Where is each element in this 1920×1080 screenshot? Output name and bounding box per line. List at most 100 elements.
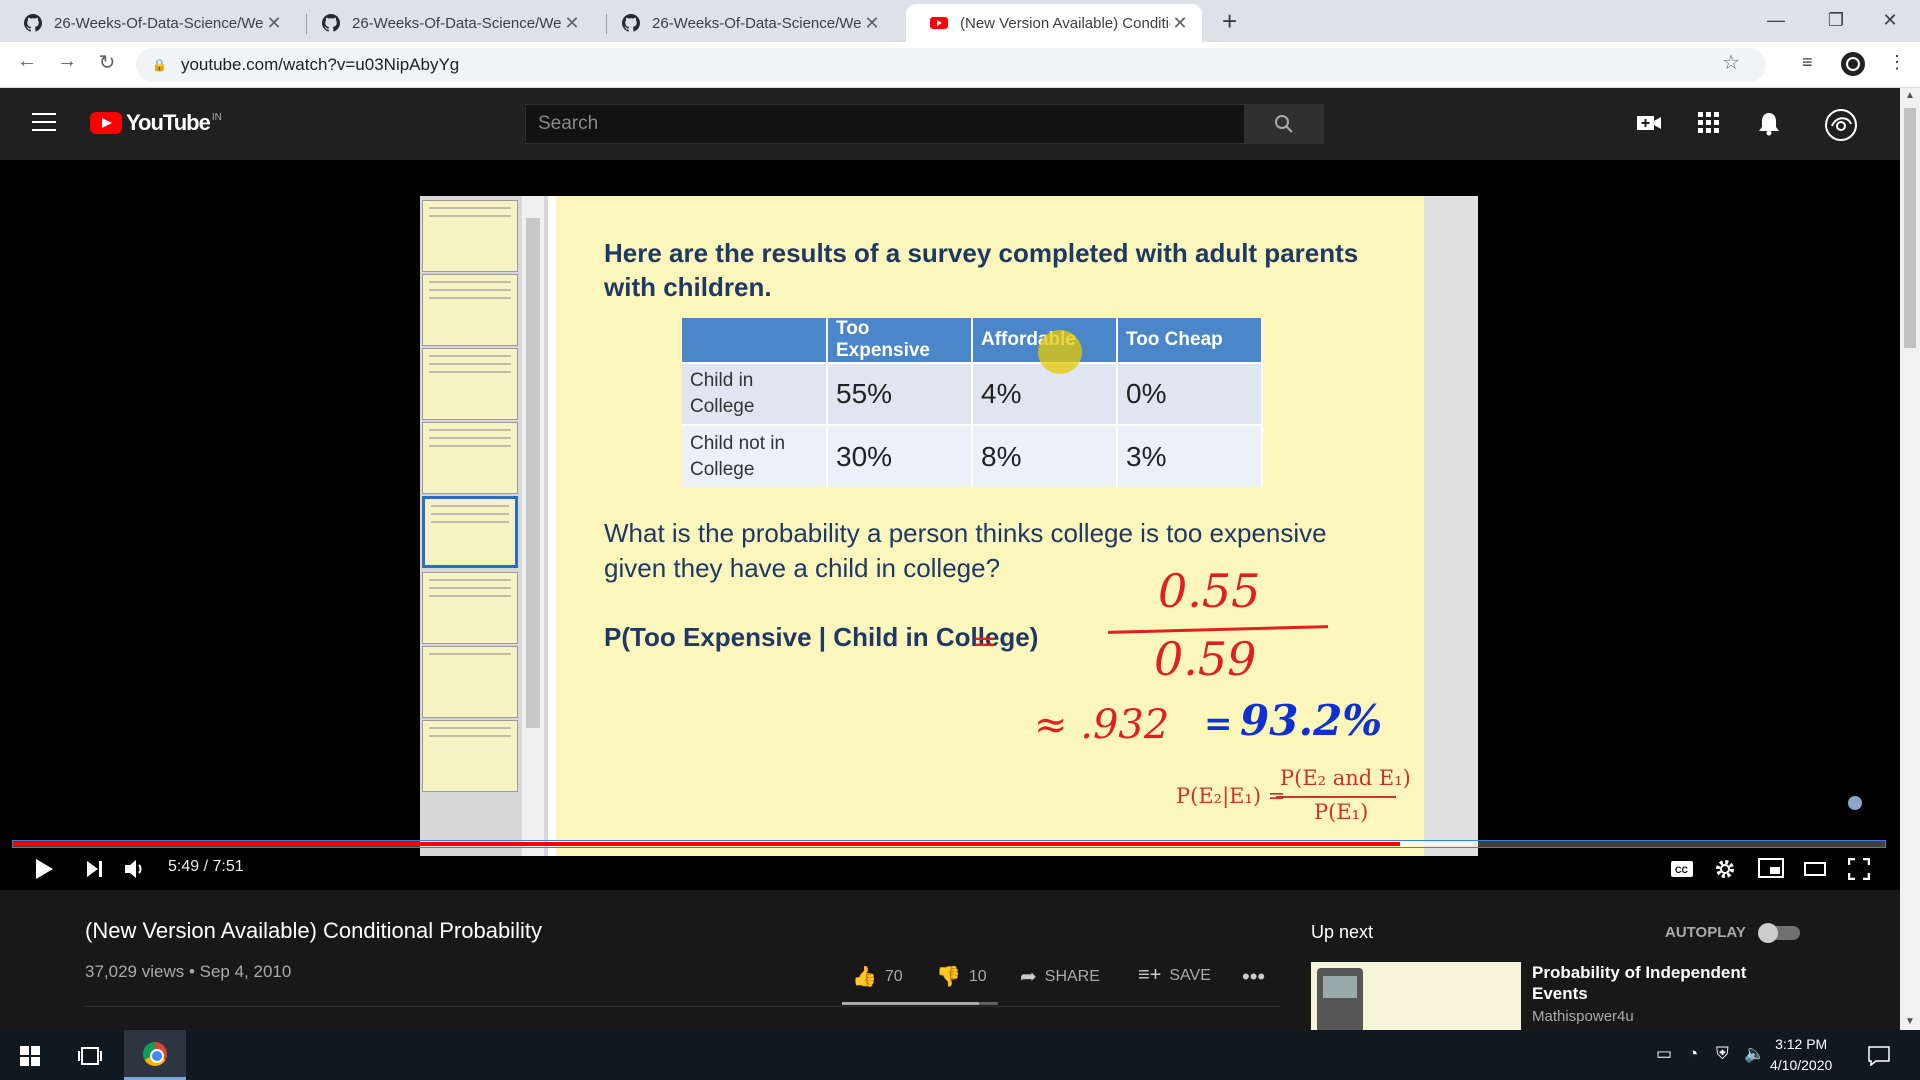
next-video-title[interactable]: Probability of Independent Events xyxy=(1532,962,1772,1004)
close-tab-icon[interactable]: ✕ xyxy=(862,13,882,34)
url-text: youtube.com/watch?v=u03NipAbyYg xyxy=(180,55,460,74)
table-header: Too Cheap xyxy=(1117,318,1263,363)
windows-taskbar: ▭ ◔ ⛨ 🔈 3:12 PM 4/10/2020 xyxy=(0,1030,1920,1080)
tab-title: 26-Weeks-Of-Data-Science/Weel xyxy=(652,14,862,32)
address-bar[interactable]: 🔒 youtube.com/watch?v=u03NipAbyYg ☆ xyxy=(136,48,1766,82)
share-button[interactable]: ➦ SHARE xyxy=(1020,964,1100,989)
restore-icon[interactable]: ❐ xyxy=(1806,2,1866,38)
time-display: 5:49 / 7:51 xyxy=(168,858,244,875)
lock-icon[interactable]: 🔒 xyxy=(152,58,167,72)
youtube-logo[interactable]: YouTube IN xyxy=(90,110,222,136)
page-scrollbar[interactable]: ▲ ▼ xyxy=(1900,88,1920,1030)
table-header-empty xyxy=(682,318,828,363)
thumbs-down-icon: 👎 xyxy=(936,966,961,988)
more-actions-icon[interactable]: ••• xyxy=(1242,964,1265,990)
new-tab-button[interactable]: + xyxy=(1222,6,1237,37)
slide-thumbnail xyxy=(422,572,518,644)
profile-avatar[interactable] xyxy=(1840,51,1866,77)
next-video-icon[interactable] xyxy=(86,860,104,878)
add-to-playlist-icon: ≡+ xyxy=(1138,964,1162,986)
close-window-icon[interactable]: ✕ xyxy=(1860,2,1920,38)
slide-thumbnail-selected xyxy=(422,496,518,568)
row-label: Child not in College xyxy=(682,424,828,487)
video-title: (New Version Available) Conditional Prob… xyxy=(85,918,542,943)
miniplayer-icon[interactable] xyxy=(1758,858,1784,878)
close-tab-icon[interactable]: ✕ xyxy=(562,13,582,34)
youtube-play-icon xyxy=(90,112,122,134)
like-button[interactable]: 👍 70 xyxy=(852,964,903,989)
row-label: Child in College xyxy=(682,362,828,425)
media-queue-icon[interactable]: ≡ xyxy=(1802,52,1813,73)
table-cell: 4% xyxy=(972,362,1118,425)
table-cell: 0% xyxy=(1117,362,1263,425)
close-tab-icon[interactable]: ✕ xyxy=(1170,13,1190,34)
formula-fraction-bar xyxy=(1276,796,1396,798)
share-icon: ➦ xyxy=(1020,966,1037,988)
forward-icon[interactable]: → xyxy=(52,50,82,73)
speaker-icon[interactable]: 🔈 xyxy=(1744,1044,1765,1064)
notifications-bell-icon[interactable] xyxy=(1758,112,1780,136)
bookmark-star-icon[interactable]: ☆ xyxy=(1722,50,1740,75)
github-icon xyxy=(622,14,640,32)
table-cell: 30% xyxy=(827,424,973,487)
theater-mode-icon[interactable] xyxy=(1804,862,1826,876)
like-ratio-bar xyxy=(842,1002,998,1005)
next-video-channel[interactable]: Mathispower4u xyxy=(1532,1008,1634,1025)
save-label: SAVE xyxy=(1169,966,1211,984)
search-button[interactable] xyxy=(1244,104,1324,144)
dislike-button[interactable]: 👎 10 xyxy=(936,964,987,989)
system-clock[interactable]: 3:12 PM 4/10/2020 xyxy=(1770,1034,1832,1076)
search-input[interactable]: Search xyxy=(525,104,1245,144)
browser-tab-active[interactable]: (New Version Available) Conditio ✕ xyxy=(906,4,1202,42)
account-avatar[interactable] xyxy=(1824,108,1858,142)
search-icon xyxy=(1275,115,1293,133)
like-ratio-fill xyxy=(842,1002,979,1005)
apps-grid-icon[interactable] xyxy=(1698,112,1720,134)
fullscreen-icon[interactable] xyxy=(1848,858,1870,880)
minimize-icon[interactable]: — xyxy=(1746,2,1806,38)
browser-tab[interactable]: 26-Weeks-Of-Data-Science/Weel ✕ xyxy=(298,4,594,42)
ink-percent: 93.2% xyxy=(1240,696,1383,745)
youtube-icon xyxy=(930,17,948,29)
formula-lhs: P(E₂|E₁) = xyxy=(1176,784,1286,808)
battery-icon[interactable]: ▭ xyxy=(1656,1044,1672,1064)
table-cell: 8% xyxy=(972,424,1118,487)
security-shield-icon[interactable]: ⛨ xyxy=(1716,1044,1729,1064)
channel-watermark[interactable] xyxy=(1848,796,1862,810)
browser-tab[interactable]: 26-Weeks-Of-Data-Science/Weel ✕ xyxy=(598,4,894,42)
notification-center-icon[interactable] xyxy=(1868,1046,1890,1066)
captions-icon[interactable]: CC xyxy=(1670,860,1694,878)
play-icon[interactable] xyxy=(34,858,54,880)
task-view-icon[interactable] xyxy=(78,1046,102,1066)
clock-date: 4/10/2020 xyxy=(1770,1057,1833,1073)
slide-thumbnail xyxy=(422,200,518,272)
windows-start-icon[interactable] xyxy=(20,1046,40,1066)
autoplay-toggle[interactable] xyxy=(1758,923,1802,943)
tab-title: (New Version Available) Conditio xyxy=(960,14,1170,32)
slide-thumbnail xyxy=(422,422,518,494)
slide-thumbnail xyxy=(422,348,518,420)
chrome-taskbar-icon[interactable] xyxy=(124,1030,186,1080)
close-tab-icon[interactable]: ✕ xyxy=(264,13,284,34)
chrome-menu-icon[interactable]: ⋮ xyxy=(1888,52,1906,73)
back-icon[interactable]: ← xyxy=(12,50,42,73)
slide-heading: Here are the results of a survey complet… xyxy=(604,238,1359,302)
menu-icon[interactable] xyxy=(32,113,56,131)
settings-gear-icon[interactable] xyxy=(1714,858,1736,880)
volume-icon[interactable] xyxy=(124,858,148,880)
reload-icon[interactable]: ↻ xyxy=(92,50,122,75)
video-info-section: (New Version Available) Conditional Prob… xyxy=(0,890,1900,1080)
slide-content: Here are the results of a survey complet… xyxy=(556,196,1424,856)
share-label: SHARE xyxy=(1044,967,1100,985)
create-video-icon[interactable] xyxy=(1636,112,1662,134)
save-button[interactable]: ≡+ SAVE xyxy=(1138,964,1211,987)
page-scrollbar-thumb[interactable] xyxy=(1904,108,1916,348)
scroll-down-arrow-icon[interactable]: ▼ xyxy=(1905,1016,1915,1027)
browser-tab[interactable]: 26-Weeks-Of-Data-Science/Weel ✕ xyxy=(0,4,296,42)
wifi-icon[interactable]: ◔ xyxy=(1688,1044,1698,1064)
scroll-up-arrow-icon[interactable]: ▲ xyxy=(1905,90,1915,101)
formula-denominator: P(E₁) xyxy=(1314,800,1369,824)
thumbnail-scrollbar xyxy=(522,196,544,856)
video-player[interactable]: Here are the results of a survey complet… xyxy=(0,160,1900,890)
video-progress-bar[interactable] xyxy=(12,840,1886,848)
